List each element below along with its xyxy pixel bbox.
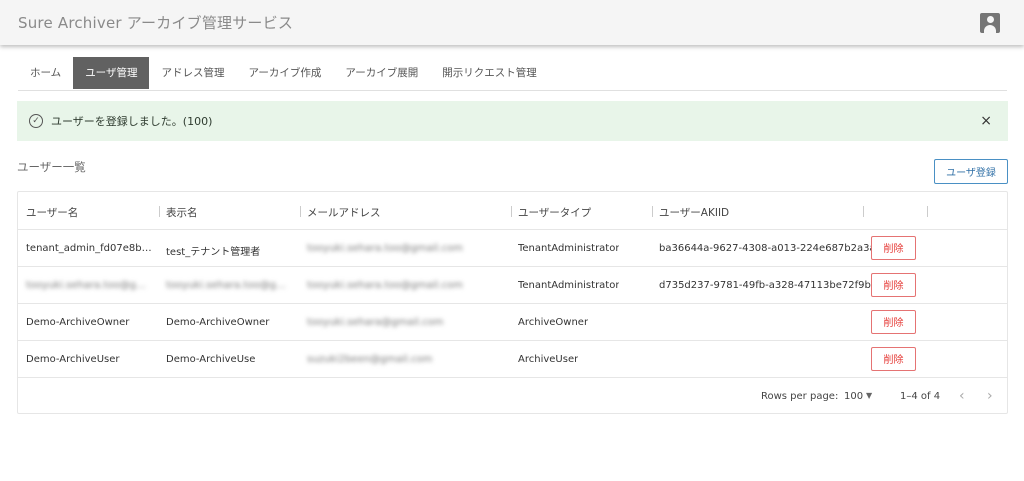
- cell-email: tooyuki.sehara.too@gmail.com: [307, 279, 463, 291]
- cell-email: tooyuki.sehara@gmail.com: [307, 316, 444, 328]
- rows-per-page-label: Rows per page:: [761, 391, 839, 402]
- cell-akiid: d735d237-9781-49fb-a328-47113be72f9b: [659, 279, 871, 291]
- arrow-drop-down-icon[interactable]: ▼: [866, 391, 872, 400]
- cell-username: Demo-ArchiveUser: [26, 353, 120, 365]
- cell-user-type: TenantAdministrator: [518, 242, 620, 254]
- tab-user-management[interactable]: ユーザ管理: [73, 57, 150, 89]
- cell-user-type: ArchiveUser: [518, 353, 579, 365]
- cell-display-name: tooyuki.sehara.too@gmai...: [166, 279, 294, 291]
- chevron-left-icon[interactable]: ‹: [959, 388, 965, 404]
- column-separator: [159, 206, 160, 217]
- column-separator: [652, 206, 653, 217]
- check-circle-icon: ✓: [29, 114, 43, 128]
- user-table: ユーザー名 表示名 メールアドレス ユーザータイプ ユーザーAKIID tena…: [17, 191, 1008, 414]
- cell-user-type: TenantAdministrator: [518, 279, 620, 291]
- delete-button[interactable]: 削除: [871, 272, 916, 297]
- alert-message: ユーザーを登録しました。(100): [51, 115, 213, 128]
- tab-address-management[interactable]: アドレス管理: [149, 57, 236, 89]
- cell-username: Demo-ArchiveOwner: [26, 316, 130, 328]
- account-box-icon[interactable]: [980, 12, 1000, 33]
- delete-button[interactable]: 削除: [871, 346, 916, 371]
- cell-username: tooyuki.sehara.too@gmai...: [26, 279, 154, 291]
- tab-disclosure-requests[interactable]: 開示リクエスト管理: [430, 57, 549, 89]
- cell-username: tenant_admin_fd07e8b5-...: [26, 242, 154, 254]
- user-list-title: ユーザー一覧: [17, 160, 86, 174]
- cell-akiid: ba36644a-9627-4308-a013-224e687b2a3a: [659, 242, 876, 254]
- app-bar: Sure Archiver アーカイブ管理サービス: [0, 0, 1024, 45]
- close-icon[interactable]: ×: [980, 113, 992, 129]
- header-email[interactable]: メールアドレス: [307, 205, 381, 220]
- column-separator: [863, 206, 864, 217]
- table-row: tenant_admin_fd07e8b5-... test_テナント管理者 t…: [18, 230, 1007, 267]
- table-row: Demo-ArchiveUser Demo-ArchiveUse suzuki2…: [18, 341, 1007, 378]
- tab-home[interactable]: ホーム: [18, 57, 73, 89]
- column-separator: [511, 206, 512, 217]
- cell-email: suzuki2been@gmail.com: [307, 353, 433, 365]
- table-pagination: Rows per page: 100 ▼ 1–4 of 4 ‹ ›: [18, 378, 1007, 414]
- header-display-name[interactable]: 表示名: [166, 205, 198, 220]
- chevron-right-icon[interactable]: ›: [987, 388, 993, 404]
- table-row: tooyuki.sehara.too@gmai... tooyuki.sehar…: [18, 267, 1007, 304]
- tab-archive-expand[interactable]: アーカイブ展開: [333, 57, 430, 89]
- account-head-shape: [986, 16, 994, 23]
- app-title: Sure Archiver アーカイブ管理サービス: [18, 14, 294, 32]
- register-user-button[interactable]: ユーザ登録: [934, 159, 1008, 184]
- tab-archive-create[interactable]: アーカイブ作成: [236, 57, 333, 89]
- table-row: Demo-ArchiveOwner Demo-ArchiveOwner tooy…: [18, 304, 1007, 341]
- cell-email: tooyuki.sehara.too@gmail.com: [307, 242, 463, 254]
- delete-button[interactable]: 削除: [871, 235, 916, 260]
- header-username[interactable]: ユーザー名: [26, 205, 78, 220]
- pagination-range: 1–4 of 4: [900, 391, 941, 402]
- header-user-type[interactable]: ユーザータイプ: [518, 205, 591, 220]
- cell-display-name: Demo-ArchiveUse: [166, 353, 256, 365]
- rows-per-page-select[interactable]: 100: [844, 391, 863, 402]
- success-alert: ✓ ユーザーを登録しました。(100) ×: [17, 101, 1008, 141]
- main-tabs: ホーム ユーザ管理 アドレス管理 アーカイブ作成 アーカイブ展開 開示リクエスト…: [18, 57, 1007, 91]
- cell-display-name: Demo-ArchiveOwner: [166, 316, 270, 328]
- account-body-shape: [984, 24, 996, 33]
- column-separator: [300, 206, 301, 217]
- column-separator: [927, 206, 928, 217]
- delete-button[interactable]: 削除: [871, 309, 916, 334]
- table-header-row: ユーザー名 表示名 メールアドレス ユーザータイプ ユーザーAKIID: [18, 192, 1007, 230]
- cell-user-type: ArchiveOwner: [518, 316, 589, 328]
- header-akiid[interactable]: ユーザーAKIID: [659, 205, 729, 220]
- cell-display-name: test_テナント管理者: [166, 246, 261, 258]
